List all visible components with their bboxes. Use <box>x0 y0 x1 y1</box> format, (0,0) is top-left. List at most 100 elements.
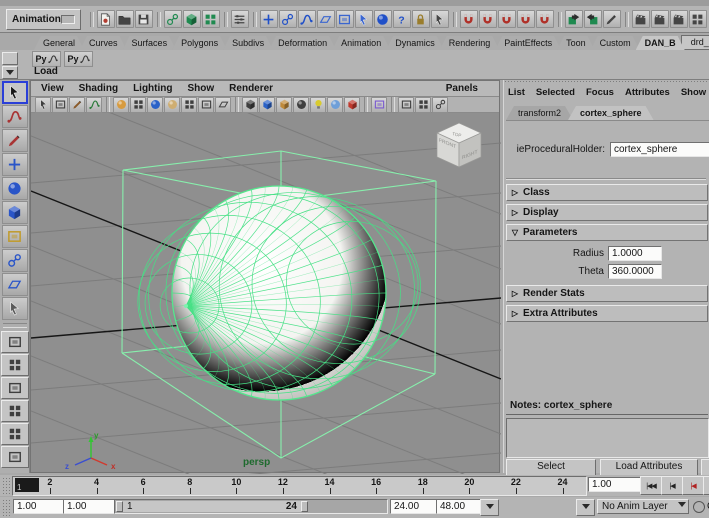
shelf-tab-custom[interactable]: Custom <box>591 36 640 50</box>
joint-xray-icon[interactable] <box>432 96 448 113</box>
shelf-load-label[interactable]: Load <box>34 66 58 77</box>
plus-tool-icon[interactable] <box>259 10 278 28</box>
notes-textarea[interactable] <box>506 418 709 458</box>
layout-hypershade-persp[interactable] <box>0 423 29 445</box>
shading-bbox-icon[interactable] <box>164 96 180 113</box>
select-button[interactable]: Select <box>506 459 596 476</box>
help-icon[interactable] <box>392 10 411 28</box>
gate-mask-icon[interactable] <box>415 96 431 113</box>
film-gate-icon[interactable] <box>398 96 414 113</box>
layout-persp-outliner[interactable] <box>0 377 29 399</box>
shelf-tab-subdivs[interactable]: Subdivs <box>223 36 273 50</box>
anim-layer-dropdown[interactable]: No Anim Layer <box>597 499 689 514</box>
camera-select-icon[interactable] <box>35 96 51 113</box>
load-attributes-button[interactable]: Load Attributes <box>600 459 698 476</box>
shelf-tab-animation[interactable]: Animation <box>332 36 390 50</box>
playback-start-field[interactable]: 1.00 <box>63 499 115 514</box>
rotate-tool[interactable] <box>1 177 28 200</box>
menu-renderer[interactable]: Renderer <box>229 83 273 94</box>
duplicate-tool-icon[interactable] <box>335 10 354 28</box>
auto-key-menu-button[interactable] <box>576 499 595 516</box>
select-object-icon[interactable] <box>182 10 201 28</box>
snap-to-grid-icon[interactable] <box>459 10 478 28</box>
shelf-tab-curves[interactable]: Curves <box>80 36 127 50</box>
snap-to-point-icon[interactable] <box>497 10 516 28</box>
pick-mask-icon[interactable] <box>430 10 449 28</box>
animation-start-field[interactable]: 1.00 <box>13 499 65 514</box>
play-backwards-button[interactable]: ◀ <box>703 476 709 495</box>
curve-tool-icon[interactable] <box>297 10 316 28</box>
shelf-tab-surfaces[interactable]: Surfaces <box>123 36 177 50</box>
show-manipulator-tool[interactable] <box>1 273 28 296</box>
range-start-handle[interactable] <box>116 501 123 512</box>
menu-set-dropdown[interactable]: Animation <box>6 8 81 30</box>
view-cube[interactable]: TOP FRONT RIGHT <box>436 122 482 168</box>
character-set-button[interactable]: Cha <box>693 499 709 514</box>
ae-menu-focus[interactable]: Focus <box>586 87 614 98</box>
render-flags-icon[interactable] <box>688 10 707 28</box>
time-slider-ruler[interactable]: 1 2 4 6 8 10 12 14 16 18 20 22 24 <box>12 476 587 496</box>
partial-button[interactable] <box>701 459 709 476</box>
default-material-icon[interactable] <box>259 96 275 113</box>
procedural-holder-field[interactable]: cortex_sphere <box>610 142 709 157</box>
input-connections-icon[interactable] <box>564 10 583 28</box>
textured-mode-icon[interactable] <box>215 96 231 113</box>
menu-show[interactable]: Show <box>188 83 215 94</box>
range-bar-drag-handle[interactable] <box>2 499 10 516</box>
menu-lighting[interactable]: Lighting <box>133 83 172 94</box>
character-set-menu-button[interactable] <box>480 499 499 516</box>
go-to-start-button[interactable]: |◀◀ <box>640 476 662 495</box>
param-field-theta[interactable]: 360.0000 <box>608 264 662 279</box>
shading-smooth-icon[interactable] <box>113 96 129 113</box>
grease-pencil-icon[interactable] <box>86 96 102 113</box>
range-slider-range[interactable]: 1 24 <box>116 501 308 512</box>
use-all-lights-icon[interactable] <box>293 96 309 113</box>
paint-select-tool[interactable] <box>1 129 28 152</box>
step-back-frame-button[interactable]: |◀ <box>661 476 683 495</box>
shelf-tab-toon[interactable]: Toon <box>557 36 595 50</box>
snap-to-view-icon[interactable] <box>535 10 554 28</box>
universal-manipulator-tool[interactable] <box>1 225 28 248</box>
select-tool[interactable] <box>1 81 28 104</box>
output-connections-icon[interactable] <box>583 10 602 28</box>
lighting-toggle-icon[interactable] <box>310 96 326 113</box>
ae-tab-transform2[interactable]: transform2 <box>506 106 573 120</box>
backface-culling-icon[interactable] <box>198 96 214 113</box>
select-hierarchy-icon[interactable] <box>163 10 182 28</box>
new-scene-icon[interactable] <box>96 10 115 28</box>
ae-menu-attributes[interactable]: Attributes <box>625 87 670 98</box>
ae-menu-list[interactable]: List <box>508 87 525 98</box>
wire-on-shaded-icon[interactable] <box>242 96 258 113</box>
shelf-menu-button[interactable] <box>2 66 18 79</box>
menu-view[interactable]: View <box>41 83 64 94</box>
poly-plane-tool-icon[interactable] <box>316 10 335 28</box>
shelf-tab-drd-hf2-riggingtoo[interactable]: drd_HF2_RiggingToo <box>680 35 709 50</box>
menu-panels[interactable]: Panels <box>446 83 478 94</box>
shelf-tab-dan-b[interactable]: DAN_B <box>636 36 685 50</box>
construction-history-icon[interactable] <box>602 10 621 28</box>
shelf-tab-deformation[interactable]: Deformation <box>269 36 336 50</box>
last-tool[interactable] <box>1 297 28 320</box>
textured-cube-icon[interactable] <box>276 96 292 113</box>
save-scene-icon[interactable] <box>134 10 153 28</box>
current-frame-marker[interactable]: 1 <box>15 478 39 492</box>
layout-single-pane[interactable] <box>0 331 29 353</box>
shadows-toggle-icon[interactable] <box>327 96 343 113</box>
joint-tool-icon[interactable] <box>278 10 297 28</box>
layout-four-pane[interactable] <box>0 354 29 376</box>
range-slider-track[interactable]: 1 24 <box>114 499 388 514</box>
render-settings-icon[interactable] <box>669 10 688 28</box>
section-header-render-stats[interactable]: ▷ Render Stats <box>506 285 708 302</box>
shelf-tab-rendering[interactable]: Rendering <box>440 36 500 50</box>
open-scene-icon[interactable] <box>115 10 134 28</box>
viewport-canvas[interactable]: TOP FRONT RIGHT x z y persp <box>31 113 501 474</box>
time-slider-drag-handle[interactable] <box>2 477 10 494</box>
shading-flat-icon[interactable] <box>130 96 146 113</box>
ae-tab-cortex-sphere[interactable]: cortex_sphere <box>568 106 654 120</box>
shading-points-icon[interactable] <box>147 96 163 113</box>
select-component-icon[interactable] <box>201 10 220 28</box>
snap-to-plane-icon[interactable] <box>516 10 535 28</box>
section-header-class[interactable]: ▷ Class <box>506 184 708 201</box>
shelf-tab-general[interactable]: General <box>34 36 84 50</box>
snap-to-curve-icon[interactable] <box>478 10 497 28</box>
